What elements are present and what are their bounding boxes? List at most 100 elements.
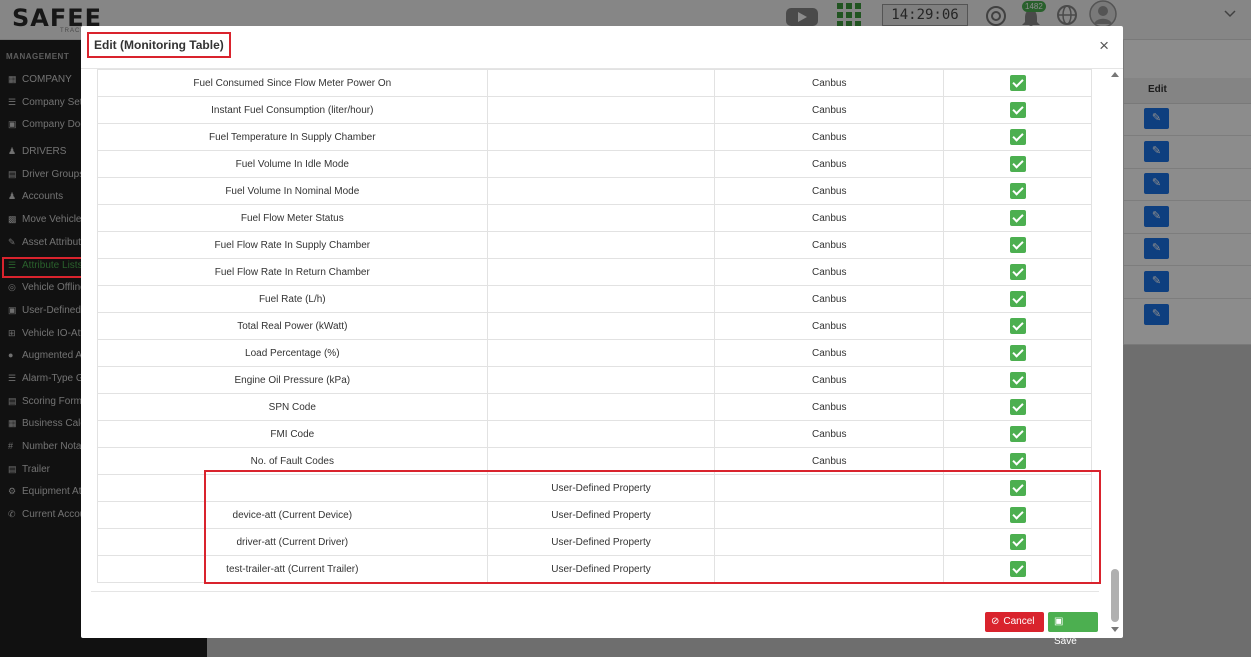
attribute-type-cell bbox=[486, 96, 716, 124]
visibility-checkbox-cell bbox=[943, 177, 1092, 205]
attribute-type-cell bbox=[486, 231, 716, 259]
attribute-name-cell: Total Real Power (kWatt) bbox=[97, 312, 488, 340]
attribute-name-cell: Engine Oil Pressure (kPa) bbox=[97, 366, 488, 394]
attribute-name-cell: Fuel Consumed Since Flow Meter Power On bbox=[97, 69, 488, 97]
visibility-checkbox-cell bbox=[943, 285, 1092, 313]
attribute-source-cell: Canbus bbox=[714, 258, 945, 286]
save-button[interactable]: ▣ Save bbox=[1048, 612, 1098, 647]
cancel-button-label: Cancel bbox=[1003, 616, 1035, 627]
attribute-type-cell bbox=[486, 177, 716, 205]
checkbox-checked-icon[interactable] bbox=[1009, 453, 1026, 469]
modal-title: Edit (Monitoring Table) bbox=[87, 32, 231, 58]
checkbox-checked-icon[interactable] bbox=[1009, 372, 1026, 388]
attribute-name-cell: Fuel Volume In Nominal Mode bbox=[97, 177, 488, 205]
modal-scrollbar[interactable] bbox=[1108, 69, 1122, 637]
attribute-source-cell: Canbus bbox=[714, 69, 945, 97]
table-row: Total Real Power (kWatt) Canbus bbox=[97, 312, 1092, 340]
attribute-source-cell: Canbus bbox=[714, 231, 945, 259]
scroll-down-arrow-icon[interactable] bbox=[1111, 627, 1119, 632]
table-row: SPN Code Canbus bbox=[97, 393, 1092, 421]
table-row: Engine Oil Pressure (kPa) Canbus bbox=[97, 366, 1092, 394]
table-row: Fuel Flow Rate In Supply Chamber Canbus bbox=[97, 231, 1092, 259]
attribute-name-cell: Fuel Flow Meter Status bbox=[97, 204, 488, 232]
floppy-disk-icon: ▣ bbox=[1054, 616, 1064, 627]
attribute-name-cell: Instant Fuel Consumption (liter/hour) bbox=[97, 96, 488, 124]
checkbox-checked-icon[interactable] bbox=[1009, 102, 1026, 118]
attribute-type-cell bbox=[486, 312, 716, 340]
attribute-type-cell bbox=[486, 420, 716, 448]
attribute-source-cell: Canbus bbox=[714, 393, 945, 421]
attribute-type-cell bbox=[486, 339, 716, 367]
close-icon[interactable]: × bbox=[1099, 37, 1109, 54]
attribute-source-cell: Canbus bbox=[714, 366, 945, 394]
table-row: Fuel Consumed Since Flow Meter Power On C… bbox=[97, 69, 1092, 97]
cancel-button[interactable]: ⊘ Cancel bbox=[985, 612, 1044, 632]
checkbox-checked-icon[interactable] bbox=[1009, 291, 1026, 307]
attribute-name-cell: Fuel Flow Rate In Supply Chamber bbox=[97, 231, 488, 259]
visibility-checkbox-cell bbox=[943, 312, 1092, 340]
scrollbar-thumb[interactable] bbox=[1111, 569, 1119, 622]
attribute-source-cell: Canbus bbox=[714, 204, 945, 232]
modal-body-divider bbox=[91, 591, 1099, 592]
attribute-source-cell: Canbus bbox=[714, 150, 945, 178]
visibility-checkbox-cell bbox=[943, 420, 1092, 448]
attribute-type-cell bbox=[486, 258, 716, 286]
attribute-source-cell: Canbus bbox=[714, 123, 945, 151]
attribute-type-cell bbox=[486, 366, 716, 394]
attribute-type-cell bbox=[486, 393, 716, 421]
attribute-name-cell: Fuel Volume In Idle Mode bbox=[97, 150, 488, 178]
attribute-name-cell: Load Percentage (%) bbox=[97, 339, 488, 367]
visibility-checkbox-cell bbox=[943, 150, 1092, 178]
table-row: Instant Fuel Consumption (liter/hour) Can… bbox=[97, 96, 1092, 124]
ban-icon: ⊘ bbox=[991, 616, 1000, 627]
checkbox-checked-icon[interactable] bbox=[1009, 210, 1026, 226]
attribute-source-cell: Canbus bbox=[714, 339, 945, 367]
checkbox-checked-icon[interactable] bbox=[1009, 426, 1026, 442]
table-row: Fuel Temperature In Supply Chamber Canbus bbox=[97, 123, 1092, 151]
checkbox-checked-icon[interactable] bbox=[1009, 156, 1026, 172]
attribute-type-cell bbox=[486, 285, 716, 313]
attribute-source-cell: Canbus bbox=[714, 285, 945, 313]
checkbox-checked-icon[interactable] bbox=[1009, 318, 1026, 334]
visibility-checkbox-cell bbox=[943, 204, 1092, 232]
checkbox-checked-icon[interactable] bbox=[1009, 345, 1026, 361]
attribute-source-cell: Canbus bbox=[714, 96, 945, 124]
checkbox-checked-icon[interactable] bbox=[1009, 75, 1026, 91]
attribute-source-cell: Canbus bbox=[714, 177, 945, 205]
attribute-source-cell: Canbus bbox=[714, 312, 945, 340]
checkbox-checked-icon[interactable] bbox=[1009, 183, 1026, 199]
visibility-checkbox-cell bbox=[943, 231, 1092, 259]
checkbox-checked-icon[interactable] bbox=[1009, 399, 1026, 415]
save-button-label: Save bbox=[1054, 636, 1077, 647]
attribute-name-cell: Fuel Temperature In Supply Chamber bbox=[97, 123, 488, 151]
checkbox-checked-icon[interactable] bbox=[1009, 129, 1026, 145]
visibility-checkbox-cell bbox=[943, 69, 1092, 97]
checkbox-checked-icon[interactable] bbox=[1009, 237, 1026, 253]
attribute-type-cell bbox=[486, 69, 716, 97]
checkbox-checked-icon[interactable] bbox=[1009, 264, 1026, 280]
visibility-checkbox-cell bbox=[943, 366, 1092, 394]
scroll-up-arrow-icon[interactable] bbox=[1111, 72, 1119, 77]
attribute-name-cell: Fuel Rate (L/h) bbox=[97, 285, 488, 313]
visibility-checkbox-cell bbox=[943, 339, 1092, 367]
table-row: Load Percentage (%) Canbus bbox=[97, 339, 1092, 367]
visibility-checkbox-cell bbox=[943, 123, 1092, 151]
attribute-name-cell: Fuel Flow Rate In Return Chamber bbox=[97, 258, 488, 286]
visibility-checkbox-cell bbox=[943, 96, 1092, 124]
modal-header: Edit (Monitoring Table) × bbox=[81, 26, 1123, 69]
attribute-name-cell: FMI Code bbox=[97, 420, 488, 448]
sidebar-highlight-box bbox=[2, 257, 84, 278]
visibility-checkbox-cell bbox=[943, 258, 1092, 286]
table-row: Fuel Flow Meter Status Canbus bbox=[97, 204, 1092, 232]
table-row: Fuel Flow Rate In Return Chamber Canbus bbox=[97, 258, 1092, 286]
table-row: Fuel Volume In Nominal Mode Canbus bbox=[97, 177, 1092, 205]
user-defined-rows-highlight-box bbox=[204, 470, 1101, 584]
attribute-type-cell bbox=[486, 204, 716, 232]
attribute-source-cell: Canbus bbox=[714, 420, 945, 448]
visibility-checkbox-cell bbox=[943, 393, 1092, 421]
table-row: FMI Code Canbus bbox=[97, 420, 1092, 448]
attribute-type-cell bbox=[486, 123, 716, 151]
attribute-type-cell bbox=[486, 150, 716, 178]
modal-body: Fuel Consumed Since Flow Meter Power On C… bbox=[81, 69, 1123, 599]
table-row: Fuel Volume In Idle Mode Canbus bbox=[97, 150, 1092, 178]
